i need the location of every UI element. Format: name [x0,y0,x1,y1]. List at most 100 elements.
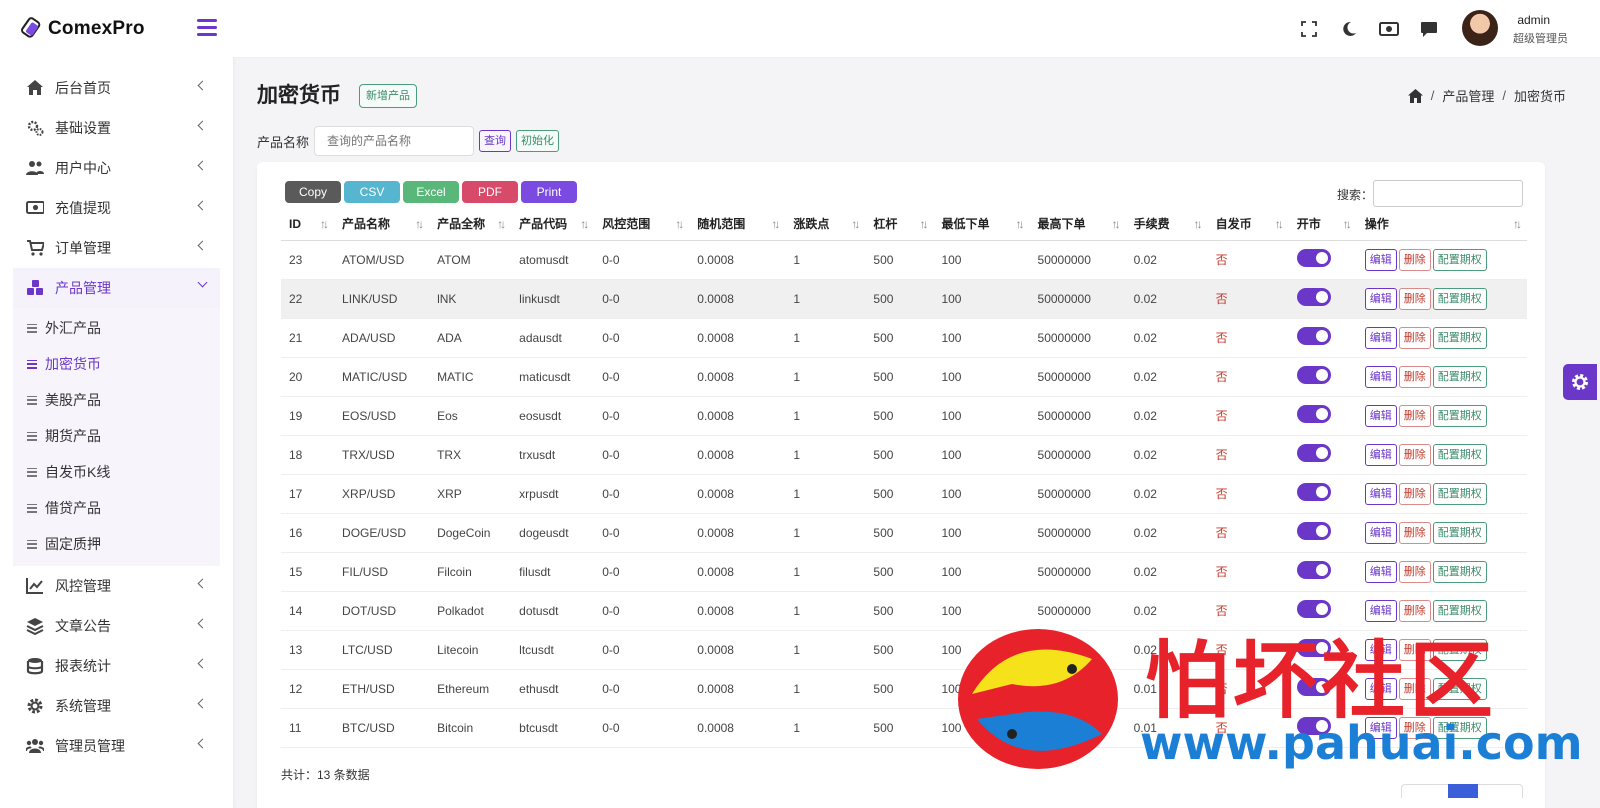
delete-button[interactable]: 删除 [1398,326,1431,349]
market-open-toggle[interactable] [1296,522,1331,540]
edit-button[interactable]: 编辑 [1364,326,1397,349]
moon-icon[interactable] [1338,18,1360,40]
delete-button[interactable]: 删除 [1398,404,1431,427]
column-header[interactable]: 操作 ↑↓ [1356,208,1527,241]
export-excel-button[interactable]: Excel [403,181,459,203]
market-open-toggle[interactable] [1296,483,1331,501]
market-open-toggle[interactable] [1296,327,1331,345]
market-open-toggle[interactable] [1296,288,1331,306]
delete-button[interactable]: 删除 [1398,638,1431,661]
settings-gear-button[interactable] [1563,364,1597,400]
configure-options-button[interactable]: 配置期权 [1432,248,1487,271]
add-product-button[interactable]: 新增产品 [359,84,417,108]
column-header[interactable]: 手续费 ↑↓ [1125,208,1208,241]
column-header[interactable]: 产品名称 ↑↓ [334,208,430,241]
product-name-input[interactable] [314,126,475,156]
sidebar-item-user-group[interactable]: 管理员管理 [13,726,220,766]
export-print-button[interactable]: Print [521,181,577,203]
column-header[interactable]: 产品代码 ↑↓ [511,208,595,241]
column-header[interactable]: 随机范围 ↑↓ [689,208,786,241]
configure-options-button[interactable]: 配置期权 [1432,326,1487,349]
table-row[interactable]: 16 DOGE/USD DogeCoin dogeusdt 0-0 0.0008 1 500 1… [281,513,1527,553]
configure-options-button[interactable]: 配置期权 [1432,599,1487,622]
market-open-toggle[interactable] [1296,600,1331,618]
table-row[interactable]: 19 EOS/USD Eos eosusdt 0-0 0.0008 1 500 100 50000… [281,396,1527,436]
table-row[interactable]: 23 ATOM/USD ATOM atomusdt 0-0 0.0008 1 500 100 50… [281,240,1527,280]
configure-options-button[interactable]: 配置期权 [1432,287,1487,310]
delete-button[interactable]: 删除 [1398,677,1431,700]
market-open-toggle[interactable] [1296,405,1331,423]
market-open-toggle[interactable] [1296,717,1331,735]
sidebar-item-users[interactable]: 用户中心 [13,148,220,188]
sidebar-item-cogs[interactable]: 基础设置 [13,108,220,148]
edit-button[interactable]: 编辑 [1364,677,1397,700]
configure-options-button[interactable]: 配置期权 [1432,677,1487,700]
sidebar-item-home[interactable]: 后台首页 [13,68,220,108]
table-row[interactable]: 22 LINK/USD lNK linkusdt 0-0 0.0008 1 500 100 500… [281,279,1527,319]
home-icon[interactable] [1407,88,1423,103]
column-header[interactable]: 开市 ↑↓ [1288,208,1357,241]
submenu-item[interactable]: 期货产品 [13,418,220,454]
sidebar-item-money[interactable]: 充值提现 [13,188,220,228]
submenu-item[interactable]: 固定质押 [13,526,220,562]
export-pdf-button[interactable]: PDF [462,181,518,203]
edit-button[interactable]: 编辑 [1364,248,1397,271]
edit-button[interactable]: 编辑 [1364,287,1397,310]
market-open-toggle[interactable] [1296,444,1331,462]
configure-options-button[interactable]: 配置期权 [1432,365,1487,388]
market-open-toggle[interactable] [1296,561,1331,579]
breadcrumb-product-mgmt[interactable]: 产品管理 [1442,86,1494,105]
market-open-toggle[interactable] [1296,249,1331,267]
export-csv-button[interactable]: CSV [344,181,400,203]
edit-button[interactable]: 编辑 [1364,638,1397,661]
edit-button[interactable]: 编辑 [1364,560,1397,583]
column-header[interactable]: 杠杆 ↑↓ [865,208,934,241]
delete-button[interactable]: 删除 [1398,365,1431,388]
query-button[interactable]: 查询 [479,130,512,152]
pagination[interactable] [1401,784,1523,798]
edit-button[interactable]: 编辑 [1364,599,1397,622]
market-open-toggle[interactable] [1296,366,1331,384]
configure-options-button[interactable]: 配置期权 [1432,560,1487,583]
chat-icon[interactable] [1418,18,1440,40]
edit-button[interactable]: 编辑 [1364,443,1397,466]
configure-options-button[interactable]: 配置期权 [1432,404,1487,427]
column-header[interactable]: 自发币 ↑↓ [1207,208,1289,241]
column-header[interactable]: 风控范围 ↑↓ [594,208,690,241]
submenu-item[interactable]: 美股产品 [13,382,220,418]
table-row[interactable]: 14 DOT/USD Polkadot dotusdt 0-0 0.0008 1 500 100… [281,591,1527,631]
edit-button[interactable]: 编辑 [1364,404,1397,427]
edit-button[interactable]: 编辑 [1364,716,1397,739]
edit-button[interactable]: 编辑 [1364,482,1397,505]
sidebar-item-database[interactable]: 报表统计 [13,646,220,686]
configure-options-button[interactable]: 配置期权 [1432,638,1487,661]
table-row[interactable]: 12 ETH/USD Ethereum ethusdt 0-0 0.0008 1 500 100… [281,669,1527,709]
delete-button[interactable]: 删除 [1398,248,1431,271]
sidebar-item-cart[interactable]: 订单管理 [13,228,220,268]
sidebar-item-layers[interactable]: 文章公告 [13,606,220,646]
table-search-input[interactable] [1373,180,1523,207]
sidebar-item-gear[interactable]: 系统管理 [13,686,220,726]
configure-options-button[interactable]: 配置期权 [1432,482,1487,505]
table-row[interactable]: 13 LTC/USD Litecoin ltcusdt 0-0 0.0008 1 500 100… [281,630,1527,670]
fullscreen-icon[interactable] [1298,18,1320,40]
current-page[interactable] [1448,784,1478,798]
table-row[interactable]: 11 BTC/USD Bitcoin btcusdt 0-0 0.0008 1 500 100 0… [281,708,1527,748]
submenu-item[interactable]: 自发币K线 [13,454,220,490]
edit-button[interactable]: 编辑 [1364,365,1397,388]
delete-button[interactable]: 删除 [1398,560,1431,583]
delete-button[interactable]: 删除 [1398,599,1431,622]
submenu-item[interactable]: 借贷产品 [13,490,220,526]
configure-options-button[interactable]: 配置期权 [1432,521,1487,544]
configure-options-button[interactable]: 配置期权 [1432,443,1487,466]
delete-button[interactable]: 删除 [1398,482,1431,505]
market-open-toggle[interactable] [1296,639,1331,657]
user-name[interactable]: admin [1517,13,1550,27]
table-row[interactable]: 20 MATIC/USD MATIC maticusdt 0-0 0.0008 1 500 10… [281,357,1527,397]
table-row[interactable]: 17 XRP/USD XRP xrpusdt 0-0 0.0008 1 500 100 50000… [281,474,1527,514]
sidebar-item-chart-line[interactable]: 风控管理 [13,566,220,606]
configure-options-button[interactable]: 配置期权 [1432,716,1487,739]
hamburger-menu-icon[interactable] [197,19,217,36]
table-row[interactable]: 21 ADA/USD ADA adausdt 0-0 0.0008 1 500 100 50000… [281,318,1527,358]
table-row[interactable]: 15 FIL/USD Filcoin filusdt 0-0 0.0008 1 500 100 5… [281,552,1527,592]
